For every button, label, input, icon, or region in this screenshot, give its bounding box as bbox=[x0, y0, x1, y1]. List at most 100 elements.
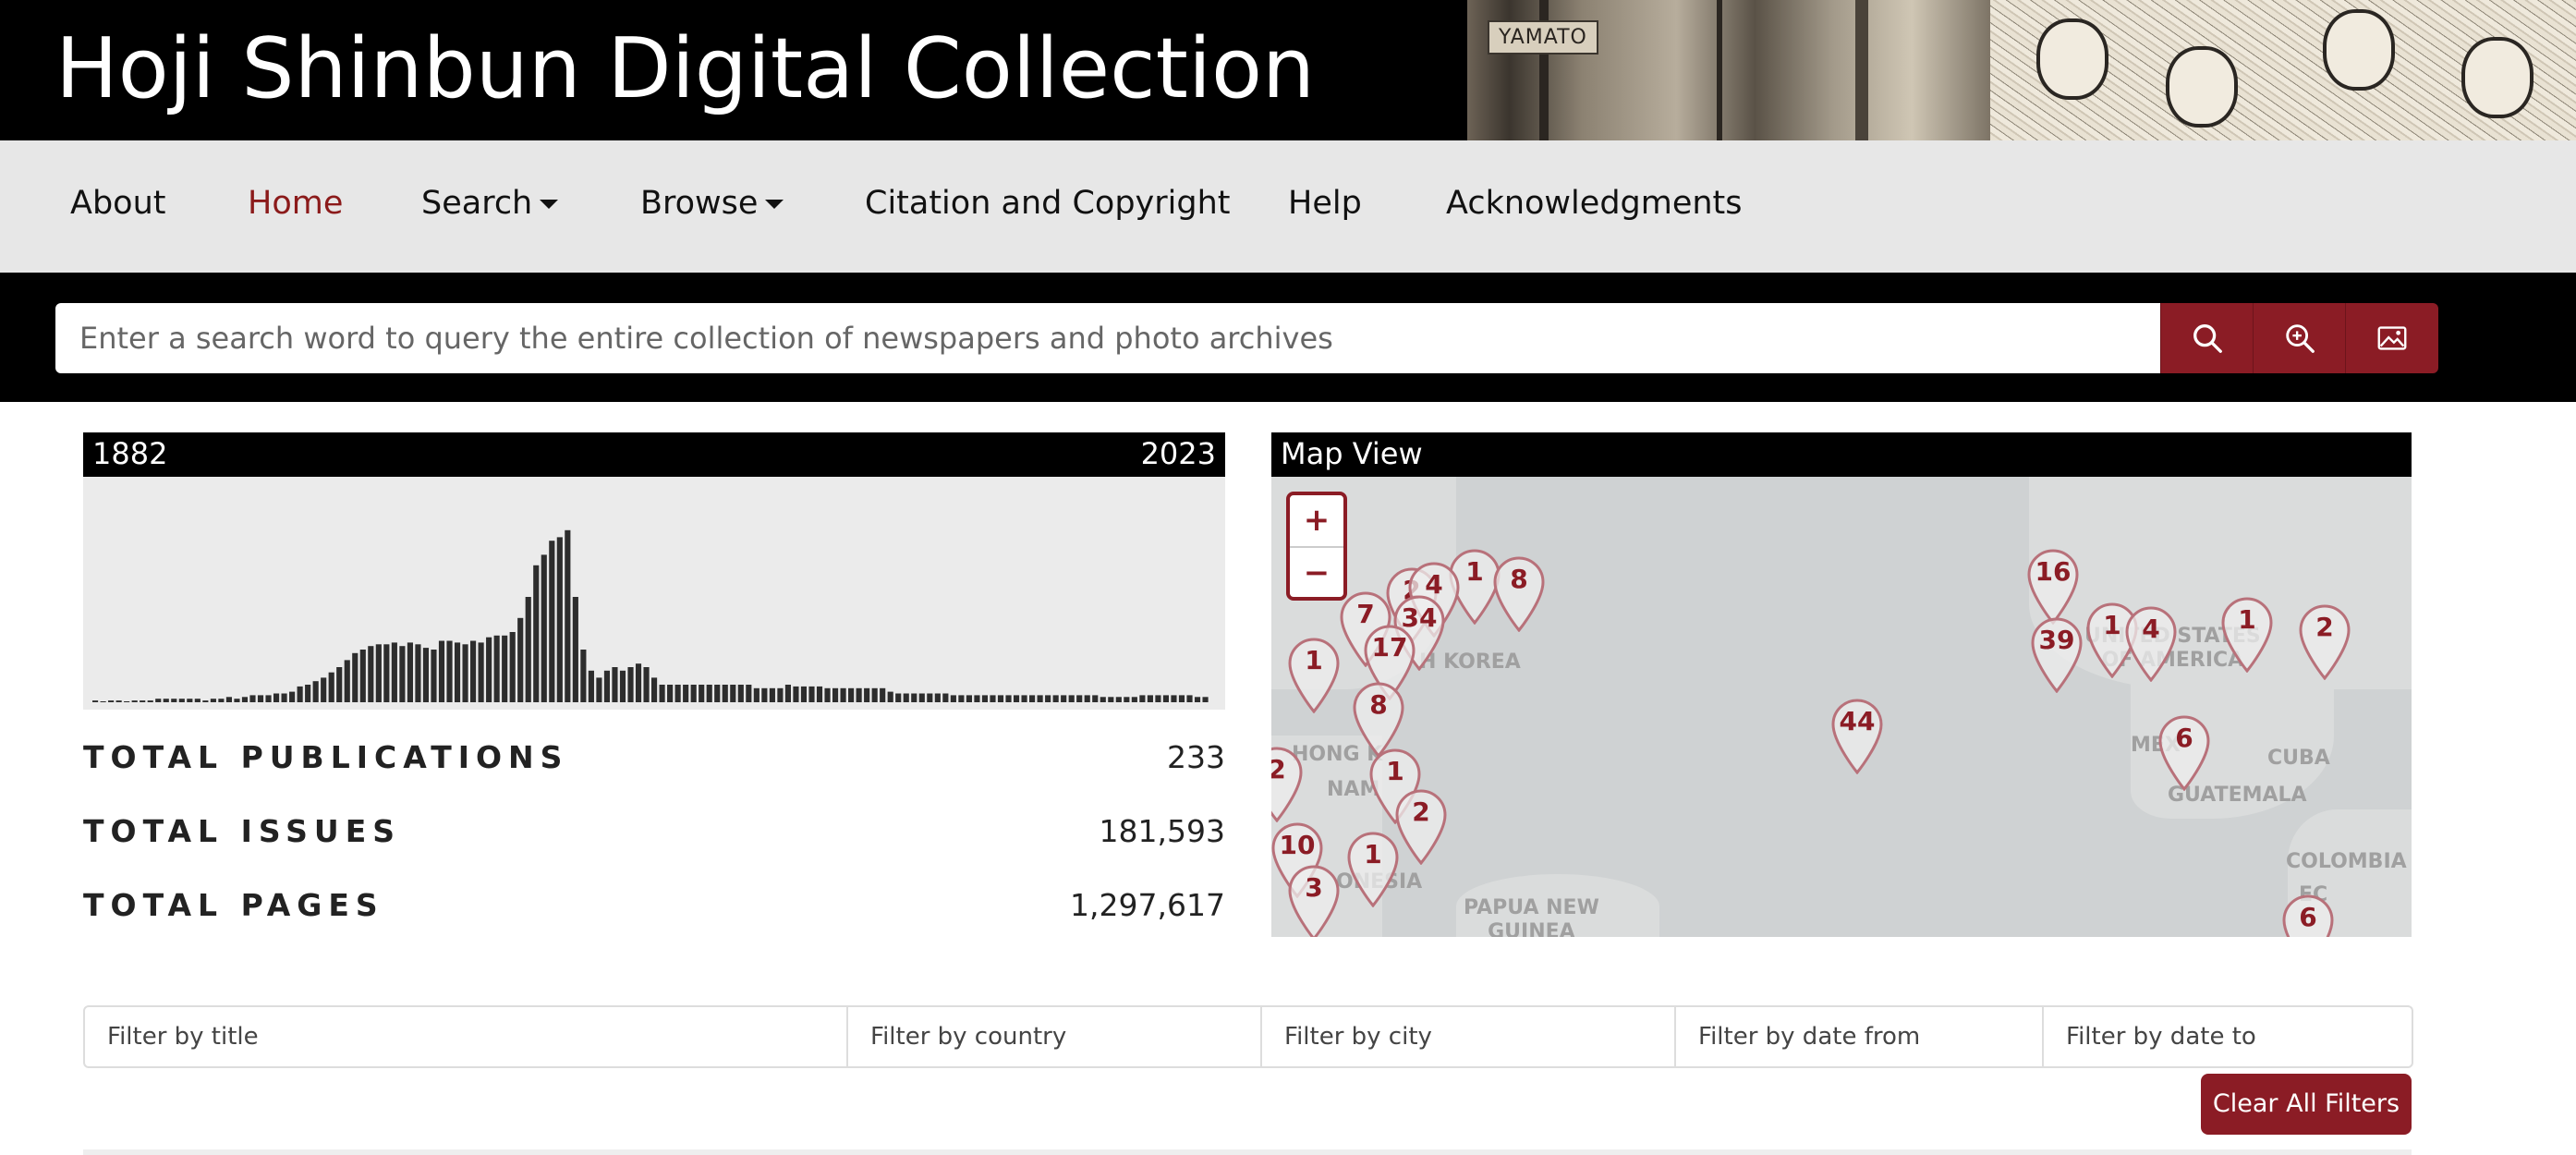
sketch-figure bbox=[2166, 46, 2238, 128]
banner-sign: YAMATO bbox=[1488, 20, 1598, 55]
histogram-bar bbox=[328, 672, 334, 702]
histogram-bar bbox=[241, 697, 249, 702]
zoom-out-button[interactable]: − bbox=[1290, 546, 1343, 597]
histogram-bar bbox=[1147, 695, 1153, 702]
histogram-bar bbox=[1186, 695, 1193, 702]
histogram-bar bbox=[297, 686, 303, 702]
histogram-bar bbox=[627, 667, 634, 702]
histogram-bar bbox=[1068, 695, 1075, 702]
marker-count: 44 bbox=[1839, 706, 1876, 736]
histogram-bar bbox=[478, 642, 484, 702]
histogram-bar bbox=[171, 699, 177, 702]
histogram-bar bbox=[131, 700, 138, 702]
histogram-bar bbox=[289, 691, 296, 702]
histogram-bar bbox=[525, 597, 531, 702]
nav-label: Citation and Copyright bbox=[865, 185, 1231, 222]
histogram-bar bbox=[1178, 695, 1185, 702]
nav-label: About bbox=[70, 185, 166, 222]
histogram-bar bbox=[871, 687, 878, 702]
histogram-bar bbox=[612, 667, 618, 702]
histogram-bar bbox=[1202, 697, 1209, 702]
histogram-bar bbox=[1092, 695, 1099, 702]
image-search-button[interactable] bbox=[2345, 303, 2438, 373]
histogram-bar bbox=[352, 652, 358, 702]
histogram-bar bbox=[840, 687, 846, 702]
histogram-bar bbox=[415, 644, 421, 702]
timeline-start-year: 1882 bbox=[92, 436, 168, 471]
histogram-bar bbox=[832, 687, 839, 702]
histogram-bar bbox=[572, 597, 578, 702]
clear-all-filters-button[interactable]: Clear All Filters bbox=[2201, 1074, 2412, 1135]
nav-browse-dropdown[interactable]: Browse bbox=[640, 185, 784, 222]
histogram-bar bbox=[115, 700, 122, 702]
stat-value: 181,593 bbox=[1099, 813, 1225, 849]
sketch-figure bbox=[2461, 37, 2533, 118]
histogram-bar bbox=[856, 687, 862, 702]
map-zoom-control: + − bbox=[1286, 492, 1347, 601]
histogram-bar bbox=[918, 693, 925, 702]
nav-help[interactable]: Help bbox=[1288, 185, 1362, 222]
histogram-bar bbox=[1005, 695, 1012, 702]
histogram-bar bbox=[509, 632, 516, 702]
histogram-bar bbox=[1124, 697, 1130, 702]
filter-country-input[interactable]: Filter by country bbox=[848, 1007, 1262, 1066]
histogram-bar bbox=[903, 693, 909, 702]
nav-label: Browse bbox=[640, 185, 759, 222]
table-header-strip bbox=[83, 1149, 2412, 1155]
histogram-bar bbox=[312, 681, 319, 702]
stat-publications: TOTAL PUBLICATIONS 233 bbox=[83, 739, 1225, 785]
histogram-bar bbox=[746, 685, 752, 702]
nav-search-dropdown[interactable]: Search bbox=[421, 185, 559, 222]
nav-about[interactable]: About bbox=[70, 185, 165, 222]
marker-count: 10 bbox=[1279, 830, 1316, 860]
filter-bar: Filter by title Filter by country Filter… bbox=[83, 1005, 2413, 1068]
histogram-bar bbox=[824, 687, 831, 702]
marker-count: 17 bbox=[1371, 632, 1408, 663]
search-button[interactable] bbox=[2160, 303, 2254, 373]
nav-citation[interactable]: Citation and Copyright bbox=[865, 185, 1231, 222]
timeline-histogram[interactable] bbox=[83, 477, 1225, 710]
filter-title-input[interactable]: Filter by title bbox=[85, 1007, 848, 1066]
histogram-chart[interactable] bbox=[83, 477, 1225, 710]
filter-date-from-input[interactable]: Filter by date from bbox=[1676, 1007, 2044, 1066]
sketch-figure bbox=[2036, 18, 2108, 100]
histogram-bar bbox=[187, 699, 193, 702]
histogram-bar bbox=[486, 637, 492, 702]
zoom-in-button[interactable]: + bbox=[1290, 495, 1343, 544]
histogram-bar bbox=[911, 693, 917, 702]
advanced-search-button[interactable] bbox=[2253, 303, 2346, 373]
histogram-bar bbox=[958, 695, 965, 702]
stat-label: TOTAL PUBLICATIONS bbox=[83, 739, 569, 775]
timeline-end-year: 2023 bbox=[1140, 436, 1216, 471]
histogram-bar bbox=[1108, 697, 1114, 702]
caret-down-icon bbox=[765, 200, 784, 209]
nav-label: Search bbox=[421, 185, 533, 222]
map-label-cuba: CUBA bbox=[2267, 747, 2330, 770]
histogram-bar bbox=[336, 667, 343, 702]
histogram-bar bbox=[674, 685, 681, 702]
stat-value: 233 bbox=[1167, 739, 1225, 775]
stat-pages: TOTAL PAGES 1,297,617 bbox=[83, 887, 1225, 933]
histogram-bar bbox=[281, 693, 287, 702]
search-input[interactable] bbox=[55, 303, 2208, 373]
histogram-bar bbox=[1061, 695, 1067, 702]
nav-acknowledgments[interactable]: Acknowledgments bbox=[1446, 185, 1743, 222]
nav-home[interactable]: Home bbox=[248, 185, 343, 222]
histogram-bar bbox=[1162, 695, 1170, 702]
stat-value: 1,297,617 bbox=[1070, 887, 1225, 923]
filter-city-input[interactable]: Filter by city bbox=[1262, 1007, 1676, 1066]
map-view[interactable]: UNITED STATES OF AMERICA CUBA GUATEMALA … bbox=[1271, 477, 2412, 937]
filter-date-to-input[interactable]: Filter by date to bbox=[2044, 1007, 2408, 1066]
histogram-bar bbox=[793, 686, 799, 702]
histogram-bar bbox=[273, 693, 280, 702]
histogram-bar bbox=[1131, 697, 1137, 702]
marker-count: 8 bbox=[1510, 564, 1528, 594]
histogram-bar bbox=[683, 685, 689, 702]
histogram-bar bbox=[1171, 695, 1177, 702]
histogram-bar bbox=[210, 699, 216, 702]
histogram-bar bbox=[533, 565, 540, 702]
site-title[interactable]: Hoji Shinbun Digital Collection bbox=[55, 9, 1315, 129]
histogram-bar bbox=[1194, 697, 1201, 702]
histogram-bar bbox=[100, 701, 106, 702]
histogram-bar bbox=[234, 699, 240, 702]
